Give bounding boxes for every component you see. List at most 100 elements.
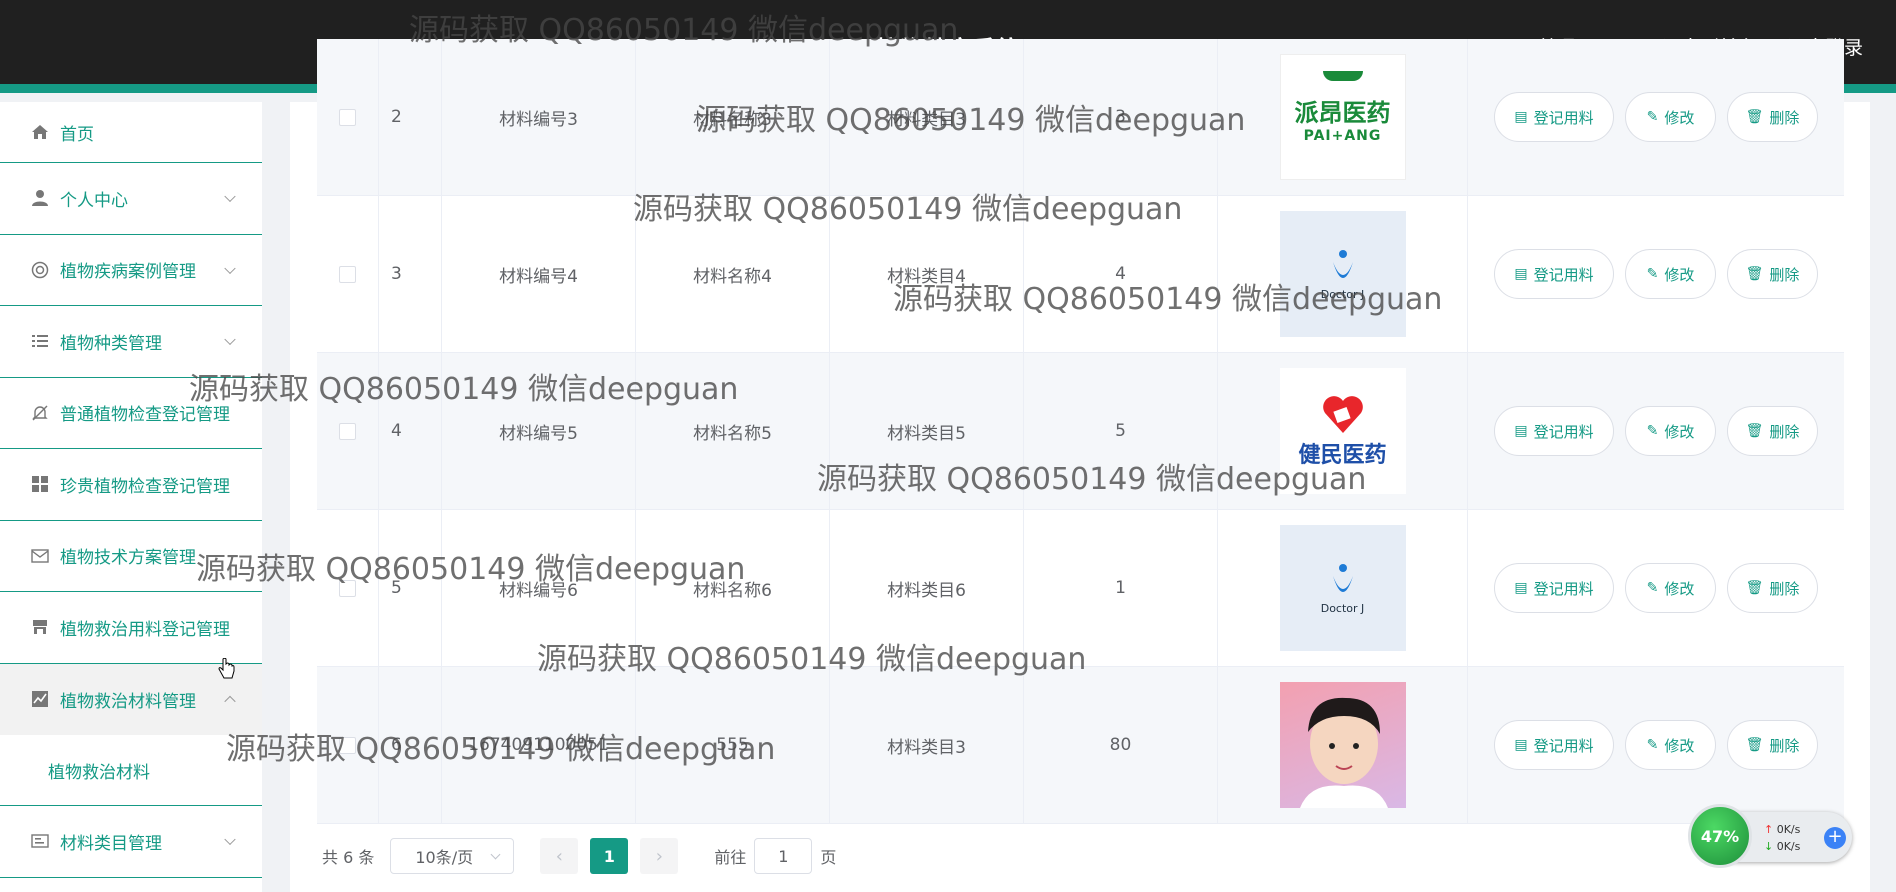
- grid-icon: [30, 474, 50, 494]
- image-cell: Doctor J: [1218, 510, 1468, 666]
- register-usage-button[interactable]: ▤ 登记用料: [1494, 563, 1614, 613]
- edit-button[interactable]: ✎ 修改: [1625, 249, 1716, 299]
- user-icon: [30, 188, 50, 208]
- material-image: 健民医药: [1279, 368, 1406, 494]
- sidebar-subitem-materials[interactable]: 植物救治材料: [0, 735, 262, 806]
- sidebar-item-tech-plans[interactable]: 植物技术方案管理: [0, 521, 262, 592]
- name-cell: 材料名称6: [636, 510, 830, 666]
- delete-button[interactable]: 🗑 删除: [1727, 563, 1818, 613]
- row-checkbox[interactable]: [339, 736, 356, 754]
- material-image: Doctor J: [1279, 525, 1406, 651]
- logo-paiang: 派昂医药: [1294, 98, 1391, 127]
- qty-cell: 3: [1024, 39, 1218, 195]
- sidebar-item-personal-center[interactable]: 个人中心: [0, 163, 262, 235]
- logo-doctorj: Doctor J: [1320, 601, 1365, 615]
- edit-button[interactable]: ✎ 修改: [1625, 406, 1716, 456]
- row-checkbox-cell: [317, 667, 379, 823]
- sidebar-item-label: 植物种类管理: [60, 333, 162, 354]
- operations-cell: ▤ 登记用料 ✎ 修改 🗑 删除: [1468, 39, 1844, 195]
- page-size-select[interactable]: 10条/页: [390, 838, 515, 874]
- sidebar-item-normal-check[interactable]: 普通植物检查登记管理: [0, 378, 262, 449]
- table-row: 6 1674091100051 555 材料类目3 80 ▤ 登记用料 ✎ 修改…: [317, 667, 1844, 824]
- sidebar-item-label: 植物技术方案管理: [60, 548, 196, 569]
- operations-cell: ▤ 登记用料 ✎ 修改 🗑 删除: [1468, 196, 1844, 352]
- sidebar-item-material-usage[interactable]: 植物救治用料登记管理: [0, 592, 262, 664]
- prev-page-button[interactable]: ‹: [540, 838, 579, 874]
- home-icon: [30, 122, 50, 142]
- chevron-down-icon: [224, 262, 236, 274]
- shop-icon: [30, 617, 50, 637]
- register-usage-button[interactable]: ▤ 登记用料: [1494, 406, 1614, 456]
- sidebar-item-label: 珍贵植物检查登记管理: [60, 476, 230, 497]
- code-cell: 材料编号4: [442, 196, 636, 352]
- sidebar-item-home[interactable]: 首页: [0, 102, 262, 163]
- chevron-right-icon: ›: [655, 845, 663, 867]
- edit-button[interactable]: ✎ 修改: [1625, 720, 1716, 770]
- code-cell: 1674091100051: [442, 667, 636, 823]
- delete-button[interactable]: 🗑 删除: [1727, 249, 1818, 299]
- operations-cell: ▤ 登记用料 ✎ 修改 🗑 删除: [1468, 510, 1844, 666]
- delete-button[interactable]: 🗑 删除: [1727, 720, 1818, 770]
- sidebar-item-material-categories[interactable]: 材料类目管理: [0, 806, 262, 878]
- category-cell: 材料类目5: [830, 353, 1024, 509]
- edit-icon: ✎: [1646, 266, 1659, 282]
- index-cell: 5: [379, 510, 442, 666]
- goto-prefix: 前往: [714, 848, 747, 867]
- row-checkbox[interactable]: [339, 422, 356, 440]
- row-checkbox[interactable]: [339, 579, 356, 597]
- goto-page: 前往 1 页: [714, 838, 836, 874]
- table-row: 3 材料编号4 材料名称4 材料类目4 4 Doctor J ▤ 登记用料 ✎ 修改…: [317, 196, 1844, 353]
- document-icon: ▤: [1514, 737, 1528, 753]
- code-cell: 材料编号5: [442, 353, 636, 509]
- hand-cursor-icon: [216, 657, 236, 686]
- image-cell: [1218, 667, 1468, 823]
- sidebar: 首页 个人中心 植物疾病案例管理 植物种类管理 普通植物检查登记管理 珍贵植物检…: [0, 102, 262, 892]
- edit-button[interactable]: ✎ 修改: [1625, 563, 1716, 613]
- row-checkbox-cell: [317, 196, 379, 352]
- material-image: 派昂医药 PAI+ANG: [1279, 54, 1406, 180]
- index-cell: 6: [379, 667, 442, 823]
- goto-page-input[interactable]: 1: [754, 838, 813, 874]
- row-checkbox[interactable]: [339, 265, 356, 283]
- next-page-button[interactable]: ›: [640, 838, 679, 874]
- name-cell: 555: [636, 667, 830, 823]
- chevron-left-icon: ‹: [555, 845, 563, 867]
- row-checkbox[interactable]: [339, 108, 356, 126]
- category-cell: 材料类目3: [830, 39, 1024, 195]
- network-speed-widget[interactable]: 47% ↑ 0K/s ↓ 0K/s +: [1688, 804, 1852, 868]
- register-usage-button[interactable]: ▤ 登记用料: [1494, 92, 1614, 142]
- sidebar-item-precious-check[interactable]: 珍贵植物检查登记管理: [0, 449, 262, 521]
- code-cell: 材料编号3: [442, 39, 636, 195]
- sidebar-item-plant-types[interactable]: 植物种类管理: [0, 306, 262, 378]
- page-number-current[interactable]: 1: [590, 838, 629, 874]
- sidebar-item-label: 普通植物检查登记管理: [60, 405, 230, 426]
- delete-button[interactable]: 🗑 删除: [1727, 92, 1818, 142]
- qty-cell: 5: [1024, 353, 1218, 509]
- table-row: 5 材料编号6 材料名称6 材料类目6 1 Doctor J ▤ 登记用料 ✎ 修改…: [317, 510, 1844, 667]
- image-cell: 健民医药: [1218, 353, 1468, 509]
- sidebar-item-label: 植物救治用料登记管理: [60, 619, 230, 640]
- trash-icon: 🗑: [1745, 423, 1764, 439]
- goto-suffix: 页: [820, 848, 837, 867]
- name-cell: 材料名称5: [636, 353, 830, 509]
- qty-cell: 80: [1024, 667, 1218, 823]
- sidebar-item-disease-cases[interactable]: 植物疾病案例管理: [0, 235, 262, 306]
- register-usage-button[interactable]: ▤ 登记用料: [1494, 720, 1614, 770]
- document-icon: ▤: [1514, 423, 1528, 439]
- index-cell: 3: [379, 196, 442, 352]
- document-icon: ▤: [1514, 109, 1528, 125]
- plus-icon[interactable]: +: [1824, 827, 1846, 849]
- main-content: 2 材料编号3 材料名称3 材料类目3 3 派昂医药 PAI+ANG ▤ 登记用料…: [290, 39, 1870, 892]
- image-cell: 派昂医药 PAI+ANG: [1218, 39, 1468, 195]
- sidebar-item-label: 植物疾病案例管理: [60, 262, 196, 283]
- register-usage-button[interactable]: ▤ 登记用料: [1494, 249, 1614, 299]
- sidebar-item-label: 个人中心: [60, 190, 128, 211]
- edit-icon: ✎: [1646, 580, 1659, 596]
- arrow-down-icon: ↓: [1764, 840, 1774, 853]
- document-icon: ▤: [1514, 580, 1528, 596]
- delete-button[interactable]: 🗑 删除: [1727, 406, 1818, 456]
- sidebar-subitem-label: 植物救治材料: [48, 762, 150, 783]
- qty-cell: 1: [1024, 510, 1218, 666]
- edit-button[interactable]: ✎ 修改: [1625, 92, 1716, 142]
- category-cell: 材料类目6: [830, 510, 1024, 666]
